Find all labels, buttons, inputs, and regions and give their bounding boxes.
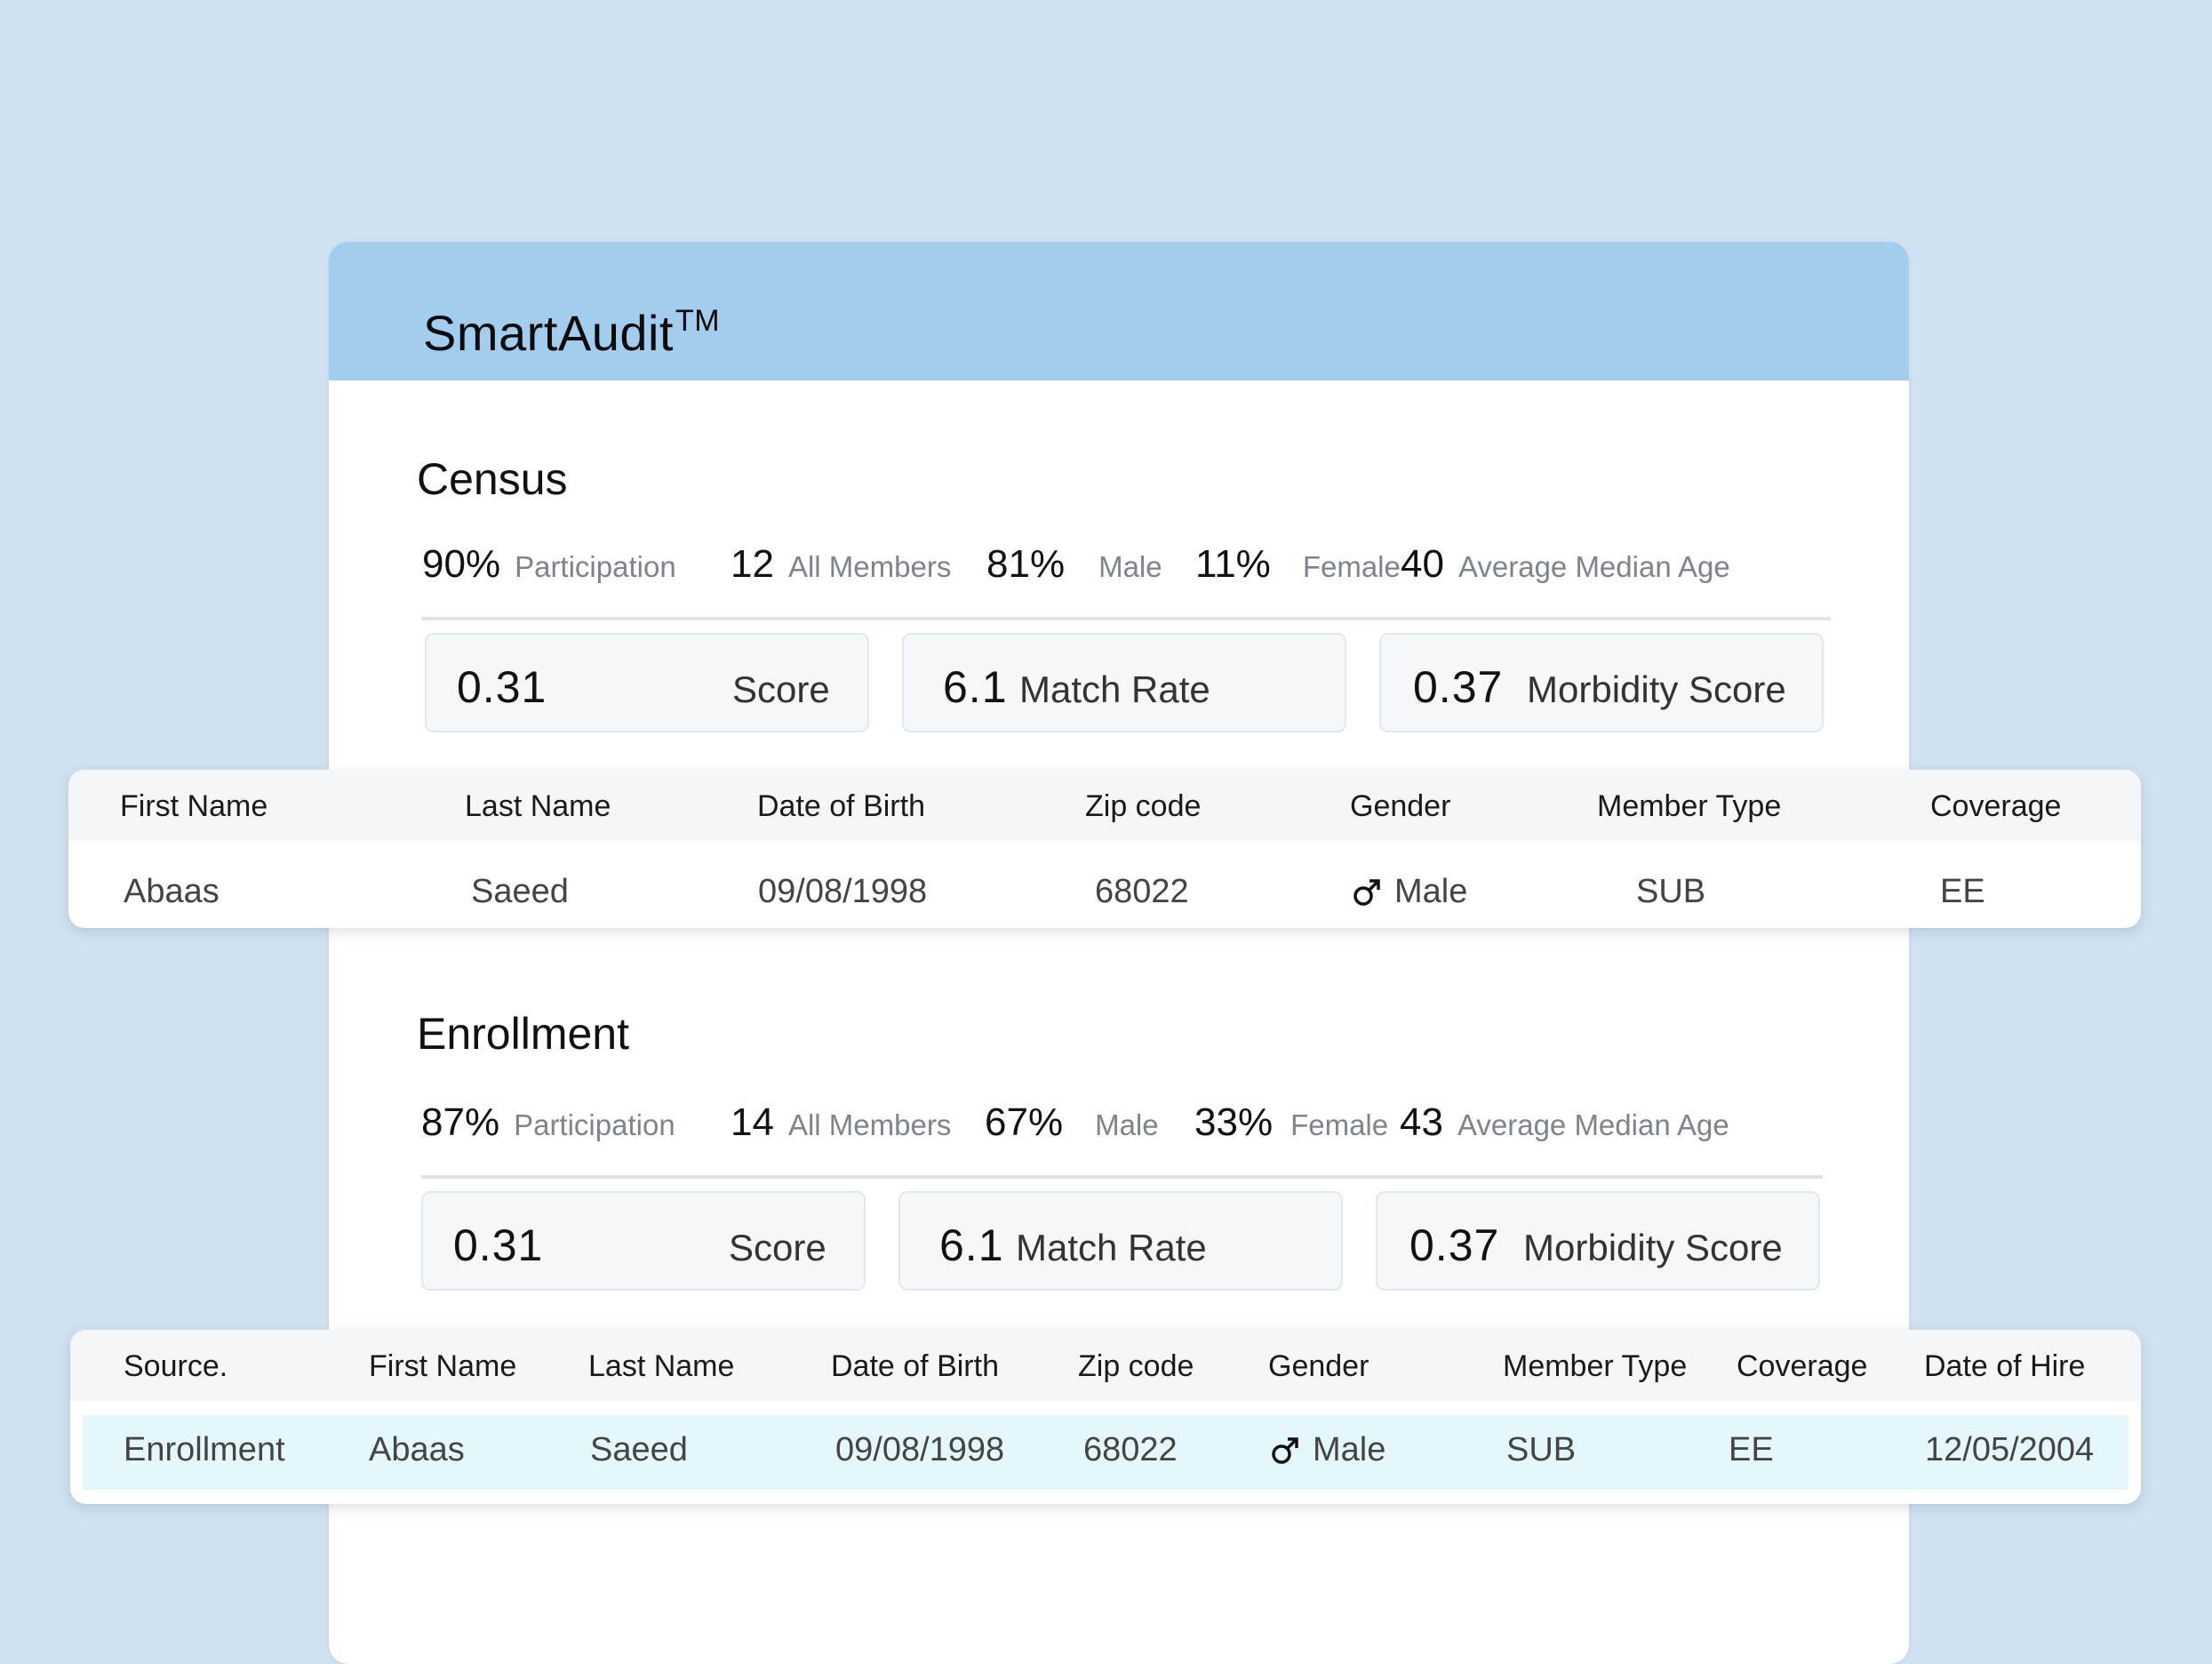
column-header: First Name bbox=[369, 1349, 517, 1383]
cell-date-of-birth: 09/08/1998 bbox=[835, 1431, 1005, 1468]
stat-value: 40 bbox=[1401, 542, 1444, 586]
stat-value: 90% bbox=[422, 542, 501, 586]
column-header: Member Type bbox=[1597, 789, 1782, 823]
gender-label: Male bbox=[1394, 873, 1468, 910]
census-score-card: 0.31 Score bbox=[425, 633, 869, 732]
stat-value: 43 bbox=[1400, 1100, 1443, 1144]
cell-member-type: SUB bbox=[1636, 873, 1706, 910]
stat-label: Male bbox=[1095, 1108, 1159, 1141]
panel-header: SmartAuditTM bbox=[329, 242, 1909, 380]
column-header: Member Type bbox=[1503, 1349, 1688, 1383]
cell-gender: Male bbox=[1352, 873, 1467, 911]
stat-value: 87% bbox=[421, 1100, 500, 1144]
cell-member-type: SUB bbox=[1506, 1431, 1577, 1468]
stat-label: Participation bbox=[514, 1108, 675, 1141]
census-stat-median-age: 40 Average Median Age bbox=[1401, 542, 1730, 587]
card-value: 0.31 bbox=[453, 1220, 544, 1270]
column-header: Coverage bbox=[1737, 1349, 1868, 1383]
card-label: Morbidity Score bbox=[1523, 1227, 1783, 1268]
column-header: Source. bbox=[124, 1349, 228, 1383]
card-value: 6.1 bbox=[939, 1220, 1004, 1270]
cell-coverage: EE bbox=[1940, 873, 1985, 910]
column-header: First Name bbox=[120, 789, 268, 823]
card-label: Score bbox=[732, 668, 830, 710]
stat-label: Participation bbox=[515, 550, 676, 583]
census-stat-female: 11% Female bbox=[1195, 542, 1401, 587]
app-title: SmartAuditTM bbox=[423, 304, 720, 362]
census-title: Census bbox=[417, 454, 568, 504]
gender-label: Male bbox=[1313, 1431, 1386, 1468]
table-row[interactable]: Enrollment Abaas Saeed 09/08/1998 68022 … bbox=[83, 1415, 2128, 1490]
card-value: 0.37 bbox=[1413, 662, 1504, 712]
male-symbol-icon bbox=[1272, 1437, 1298, 1464]
enrollment-table-header: Source. First Name Last Name Date of Bir… bbox=[70, 1330, 2141, 1401]
card-value: 0.37 bbox=[1409, 1220, 1500, 1270]
enrollment-morbidity-card: 0.37 Morbidity Score bbox=[1376, 1191, 1820, 1291]
enrollment-stat-male: 67% Male bbox=[985, 1100, 1159, 1145]
stat-label: Female bbox=[1302, 550, 1401, 583]
app-title-text: SmartAudit bbox=[423, 305, 674, 361]
enrollment-match-rate-card: 6.1 Match Rate bbox=[898, 1191, 1343, 1291]
column-header: Last Name bbox=[588, 1349, 735, 1383]
cell-zip-code: 68022 bbox=[1083, 1431, 1178, 1468]
column-header: Last Name bbox=[465, 789, 611, 823]
card-label: Score bbox=[729, 1227, 827, 1268]
stat-value: 14 bbox=[731, 1100, 774, 1144]
cell-first-name: Abaas bbox=[124, 873, 220, 910]
column-header: Zip code bbox=[1078, 1349, 1194, 1383]
trademark-mark: TM bbox=[675, 304, 721, 338]
column-header: Date of Birth bbox=[831, 1349, 999, 1383]
census-stat-all-members: 12 All Members bbox=[731, 542, 951, 587]
cell-last-name: Saeed bbox=[471, 873, 569, 910]
enrollment-stat-all-members: 14 All Members bbox=[731, 1100, 951, 1145]
card-value: 0.31 bbox=[457, 662, 547, 712]
column-header: Gender bbox=[1268, 1349, 1370, 1383]
stat-value: 67% bbox=[985, 1100, 1064, 1144]
column-header: Zip code bbox=[1085, 789, 1202, 823]
stat-value: 33% bbox=[1194, 1100, 1274, 1144]
stat-label: All Members bbox=[787, 550, 952, 583]
enrollment-stats: 87% Participation 14 All Members 67% Male 3… bbox=[421, 1093, 1823, 1179]
stat-label: Male bbox=[1098, 550, 1162, 583]
stat-value: 11% bbox=[1195, 542, 1271, 586]
cell-coverage: EE bbox=[1729, 1431, 1774, 1468]
column-header: Gender bbox=[1350, 789, 1451, 823]
card-label: Match Rate bbox=[1019, 668, 1210, 710]
card-label: Morbidity Score bbox=[1527, 668, 1786, 710]
stat-value: 12 bbox=[731, 542, 774, 586]
census-stat-participation: 90% Participation bbox=[422, 542, 676, 587]
census-match-rate-card: 6.1 Match Rate bbox=[902, 633, 1346, 732]
enrollment-stat-median-age: 43 Average Median Age bbox=[1400, 1100, 1729, 1145]
stat-label: Average Median Age bbox=[1457, 550, 1730, 583]
census-stat-male: 81% Male bbox=[986, 542, 1162, 587]
column-header: Coverage bbox=[1930, 789, 2062, 823]
stat-value: 81% bbox=[986, 542, 1066, 586]
cell-gender: Male bbox=[1270, 1431, 1385, 1469]
stat-label: All Members bbox=[787, 1108, 952, 1141]
enrollment-stat-female: 33% Female bbox=[1194, 1100, 1388, 1145]
census-morbidity-card: 0.37 Morbidity Score bbox=[1379, 633, 1824, 732]
card-value: 6.1 bbox=[943, 662, 1008, 712]
cell-zip-code: 68022 bbox=[1095, 873, 1189, 910]
enrollment-title: Enrollment bbox=[417, 1009, 629, 1059]
stat-label: Female bbox=[1290, 1108, 1389, 1141]
cell-date-of-birth: 09/08/1998 bbox=[758, 873, 928, 910]
enrollment-stat-participation: 87% Participation bbox=[421, 1100, 675, 1145]
column-header: Date of Hire bbox=[1924, 1349, 2086, 1383]
male-symbol-icon bbox=[1354, 879, 1380, 906]
cell-date-of-hire: 12/05/2004 bbox=[1925, 1431, 2095, 1468]
stat-label: Average Median Age bbox=[1457, 1108, 1729, 1141]
census-table: First Name Last Name Date of Birth Zip c… bbox=[68, 770, 2141, 928]
census-stats: 90% Participation 12 All Members 81% Male 1… bbox=[422, 535, 1831, 620]
census-table-header: First Name Last Name Date of Birth Zip c… bbox=[68, 770, 2141, 841]
enrollment-score-card: 0.31 Score bbox=[421, 1191, 866, 1291]
enrollment-table: Source. First Name Last Name Date of Bir… bbox=[70, 1330, 2141, 1504]
cell-last-name: Saeed bbox=[590, 1431, 688, 1468]
column-header: Date of Birth bbox=[757, 789, 925, 823]
cell-first-name: Abaas bbox=[369, 1431, 465, 1468]
cell-source: Enrollment bbox=[124, 1431, 285, 1468]
card-label: Match Rate bbox=[1016, 1227, 1207, 1268]
